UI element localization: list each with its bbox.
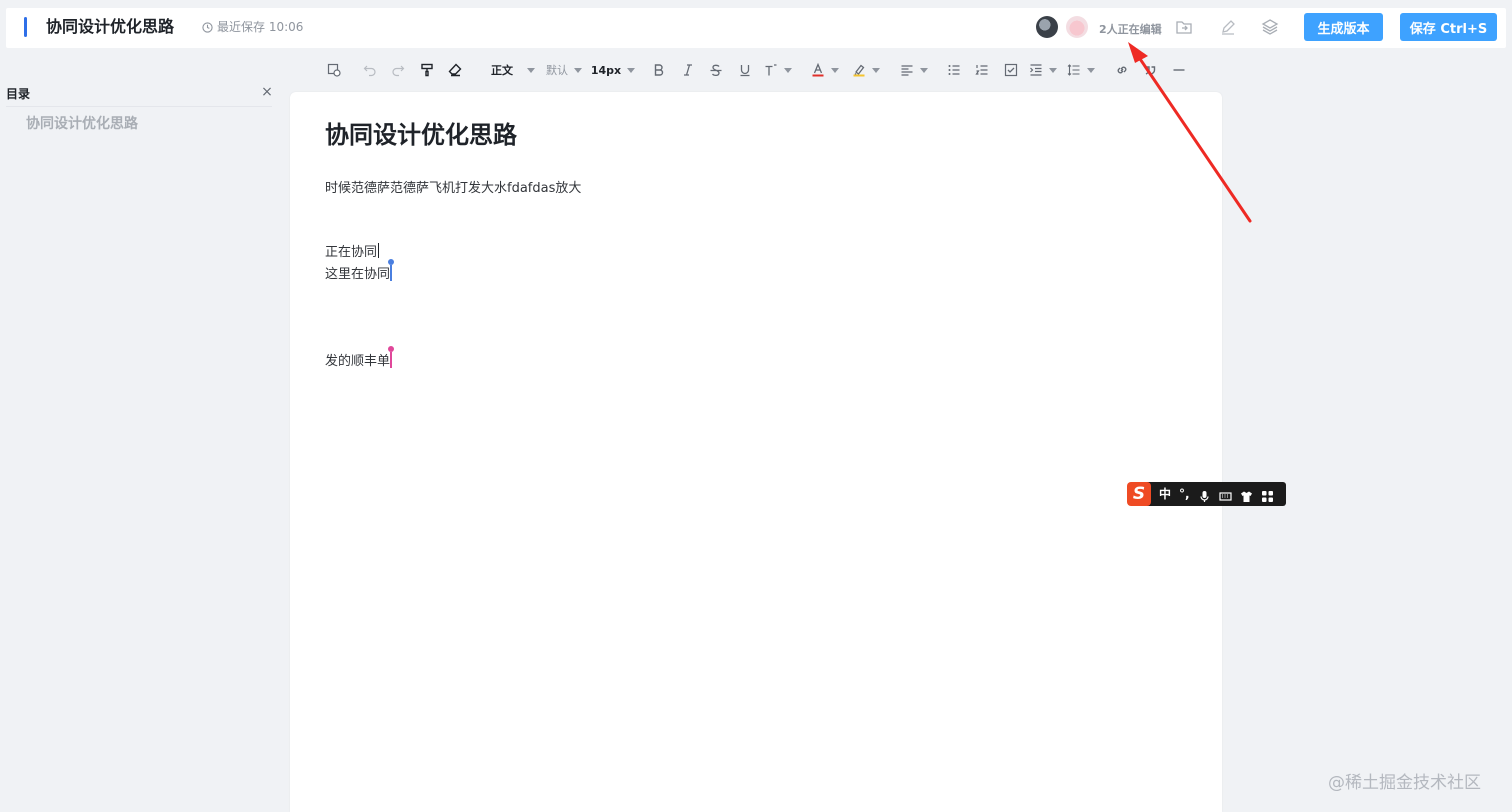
title-accent-bar: [24, 17, 27, 37]
collaborator-avatar-1[interactable]: [1036, 16, 1058, 38]
undo-icon[interactable]: [360, 58, 380, 82]
ime-punctuation-toggle[interactable]: °,: [1179, 482, 1190, 506]
strikethrough-icon[interactable]: [706, 58, 726, 82]
redo-icon[interactable]: [388, 58, 408, 82]
chevron-down-icon: [527, 67, 535, 73]
skin-icon[interactable]: [1240, 488, 1253, 502]
collaborator-avatar-2[interactable]: [1066, 16, 1088, 38]
font-family-label: 默认: [546, 64, 568, 77]
toc-divider: [6, 106, 272, 107]
grid-icon[interactable]: [1261, 488, 1274, 502]
font-size-label: 14px: [590, 63, 622, 77]
save-button[interactable]: 保存 Ctrl+S: [1400, 13, 1497, 41]
remote-cursor-blue: [388, 259, 395, 281]
format-painter-icon[interactable]: [417, 58, 437, 82]
chevron-down-icon: [920, 67, 928, 73]
remote-cursor-pink: [388, 346, 395, 368]
editing-count[interactable]: 2人正在编辑: [1099, 21, 1162, 37]
link-icon[interactable]: [1112, 58, 1132, 82]
chevron-down-icon: [831, 67, 839, 73]
clear-format-icon[interactable]: [445, 58, 465, 82]
document-title[interactable]: 协同设计优化思路: [46, 17, 174, 37]
paragraph-text: 时候范德萨范德萨飞机打发大水fdafdas放大: [325, 181, 582, 196]
keyboard-icon[interactable]: [1218, 488, 1232, 501]
italic-icon[interactable]: [678, 58, 698, 82]
paragraph-style-label: 正文: [491, 64, 513, 77]
chevron-down-icon: [1049, 67, 1057, 73]
toc-item[interactable]: 协同设计优化思路: [26, 113, 138, 133]
document-heading[interactable]: 协同设计优化思路: [325, 119, 517, 151]
superscript-icon[interactable]: [762, 58, 794, 82]
bullet-list-icon[interactable]: [944, 58, 964, 82]
indent-icon[interactable]: [1028, 58, 1058, 82]
toc-title: 目录: [6, 87, 31, 101]
move-to-folder-icon[interactable]: [1175, 18, 1193, 36]
ime-toolbar[interactable]: S 中 °,: [1127, 482, 1286, 506]
paragraph[interactable]: 正在协同: [325, 243, 380, 262]
align-icon[interactable]: [898, 58, 930, 82]
top-header: 协同设计优化思路 最近保存 10:06 2人正在编辑 生成版本 保存 Ctrl+…: [6, 8, 1506, 48]
microphone-icon[interactable]: [1198, 488, 1211, 502]
editor-page[interactable]: 协同设计优化思路 时候范德萨范德萨飞机打发大水fdafdas放大 正在协同 这里…: [290, 92, 1222, 812]
paragraph[interactable]: 时候范德萨范德萨飞机打发大水fdafdas放大: [325, 180, 581, 198]
chevron-down-icon: [1087, 67, 1095, 73]
ordered-list-icon[interactable]: [972, 58, 992, 82]
todo-list-icon[interactable]: [1001, 58, 1021, 82]
paragraph-text: 正在协同: [325, 245, 378, 260]
layers-icon[interactable]: [1261, 18, 1279, 36]
edit-icon[interactable]: [1219, 18, 1237, 36]
paragraph-text: 这里在协同: [325, 267, 391, 282]
editor-toolbar: 正文 默认 14px: [320, 58, 1200, 82]
highlight-icon[interactable]: [850, 58, 882, 82]
chevron-down-icon: [627, 67, 636, 73]
ime-mode-toggle[interactable]: 中: [1159, 482, 1171, 506]
paragraph[interactable]: 这里在协同: [325, 259, 395, 284]
chevron-down-icon: [872, 67, 880, 73]
ime-logo-icon[interactable]: S: [1127, 482, 1151, 506]
chevron-down-icon: [574, 67, 582, 73]
paragraph[interactable]: 发的顺丰单: [325, 346, 395, 371]
bold-icon[interactable]: [649, 58, 669, 82]
chevron-down-icon: [784, 67, 792, 73]
paragraph-style-select[interactable]: 正文: [488, 58, 538, 82]
save-status-text: 最近保存 10:06: [217, 20, 304, 34]
watermark: @稀土掘金技术社区: [1328, 773, 1481, 793]
save-status: 最近保存 10:06: [202, 19, 303, 35]
paragraph-text: 发的顺丰单: [325, 354, 391, 369]
line-height-icon[interactable]: [1066, 58, 1096, 82]
insert-template-icon[interactable]: [324, 58, 344, 82]
font-family-select[interactable]: 默认: [544, 58, 584, 82]
font-color-icon[interactable]: [809, 58, 841, 82]
underline-icon[interactable]: [735, 58, 755, 82]
divider-icon[interactable]: [1169, 58, 1189, 82]
quote-icon[interactable]: [1140, 58, 1160, 82]
clock-icon: [202, 21, 213, 33]
text-cursor: [378, 243, 380, 258]
font-size-select[interactable]: 14px: [590, 58, 636, 82]
close-icon[interactable]: ×: [260, 85, 274, 99]
generate-version-button[interactable]: 生成版本: [1304, 13, 1383, 41]
